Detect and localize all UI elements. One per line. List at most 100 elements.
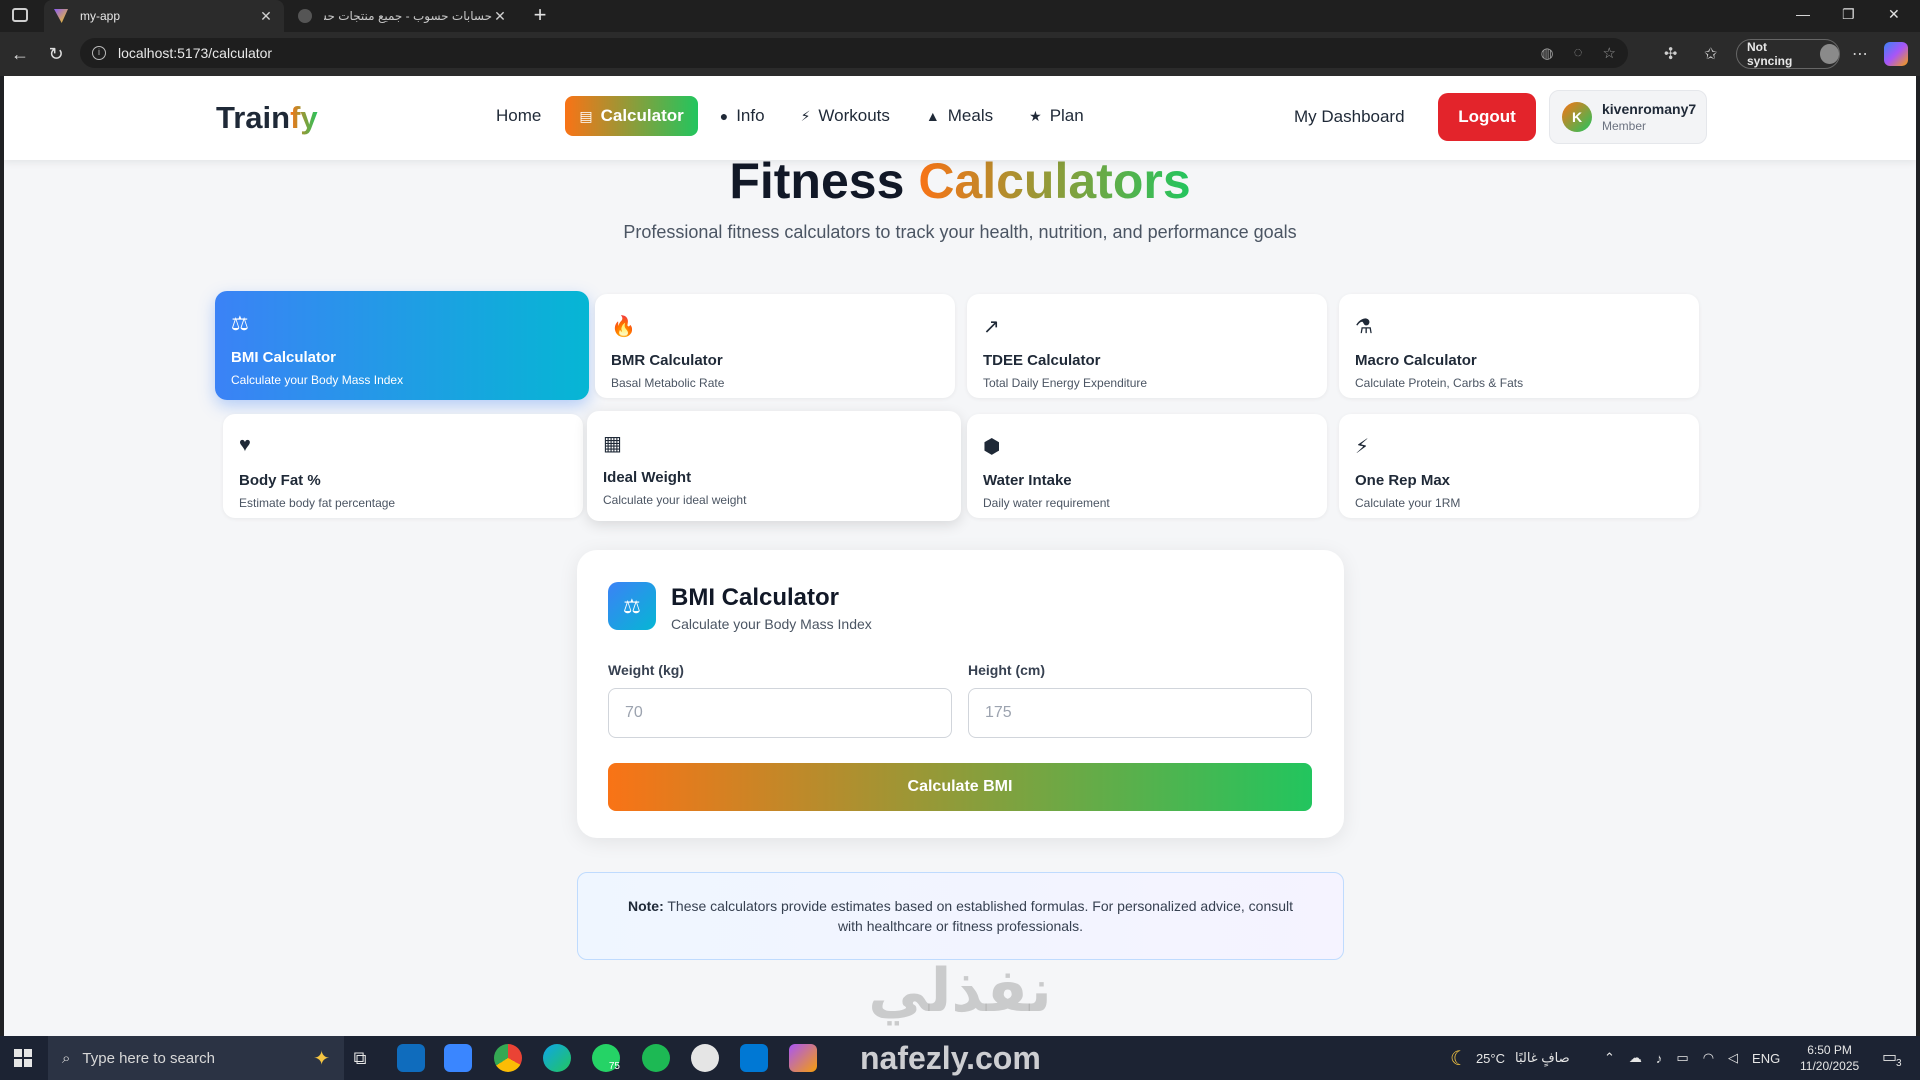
calc-card-body-fat[interactable]: ♥ Body Fat % Estimate body fat percentag… (223, 414, 583, 518)
whatsapp-icon[interactable]: 75 (592, 1044, 620, 1072)
disclaimer-note: Note: These calculators provide estimate… (577, 872, 1344, 960)
weather-text: صافٍ غالبًا (1514, 1050, 1570, 1065)
tab-actions-icon[interactable] (12, 8, 28, 22)
watermark-arabic: نفذلي (868, 956, 1052, 1026)
calc-card-title: BMI Calculator (231, 349, 337, 366)
notification-icon[interactable]: ▭ (1882, 1047, 1897, 1067)
tab-close-icon[interactable]: ✕ (492, 8, 508, 25)
spotify-icon[interactable] (642, 1044, 670, 1072)
bmi-calculator-panel: ⚖ BMI Calculator Calculate your Body Mas… (577, 550, 1344, 838)
nav-label: Meals (947, 106, 994, 125)
tab-close-icon[interactable]: ✕ (258, 8, 274, 25)
calc-card-desc: Calculate your ideal weight (603, 493, 747, 507)
page-subtitle: Professional fitness calculators to trac… (623, 222, 1297, 242)
height-label: Height (cm) (968, 662, 1045, 678)
wifi-icon[interactable]: ◠ (1703, 1050, 1714, 1066)
copilot-icon[interactable] (1884, 42, 1908, 66)
task-view-icon[interactable]: ⧉ (346, 1044, 374, 1072)
window-close-icon[interactable]: ✕ (1888, 6, 1900, 23)
calc-card-desc: Calculate Protein, Carbs & Fats (1355, 376, 1524, 390)
favorite-star-icon[interactable]: ☆ (1603, 44, 1616, 62)
copilot-app-icon[interactable] (789, 1044, 817, 1072)
store-icon[interactable] (444, 1044, 472, 1072)
calc-card-tdee[interactable]: ↗ TDEE Calculator Total Daily Energy Exp… (967, 294, 1327, 398)
tracking-icon[interactable]: ◍ (1541, 44, 1554, 62)
fire-icon: 🔥 (611, 316, 636, 338)
browser-tab-bar: my-app ✕ حسابات حسوب - جميع منتجات حسوب … (0, 0, 1920, 32)
nav-workouts[interactable]: ⚡ Workouts (787, 96, 904, 136)
site-info-icon[interactable]: i (92, 46, 106, 60)
site-header: Trainfy Home ▤ Calculator ● Info ⚡ Workouts… (4, 76, 1916, 160)
scale-icon: ⚖ (231, 313, 249, 335)
star-icon: ★ (1029, 107, 1042, 124)
calc-card-desc: Total Daily Energy Expenditure (983, 376, 1148, 390)
weather-widget[interactable]: ☾ 25°C صافٍ غالبًا (1450, 1036, 1570, 1080)
profile-sync-button[interactable]: Not syncing (1736, 39, 1840, 69)
clock[interactable]: 6:50 PM 11/20/2025 (1800, 1042, 1859, 1074)
new-tab-icon[interactable]: + (528, 4, 552, 28)
calc-card-bmi[interactable]: ⚖ BMI Calculator Calculate your Body Mas… (215, 291, 589, 400)
panel-title: BMI Calculator (671, 584, 840, 611)
language-indicator[interactable]: ENG (1752, 1051, 1780, 1066)
onedrive-icon[interactable]: ☁ (1629, 1050, 1642, 1066)
calc-card-ideal-weight[interactable]: ▦ Ideal Weight Calculate your ideal weig… (587, 411, 961, 521)
browser-tab-active[interactable]: my-app ✕ (44, 0, 284, 32)
title-main: Fitness (729, 153, 905, 209)
weight-label: Weight (kg) (608, 662, 684, 678)
edge-icon[interactable] (543, 1044, 571, 1072)
calculate-bmi-button[interactable]: Calculate BMI (608, 763, 1312, 811)
calc-card-desc: Basal Metabolic Rate (611, 376, 725, 390)
microphone-icon[interactable]: ♪ (1656, 1051, 1663, 1066)
search-placeholder: Type here to search (82, 1049, 215, 1067)
weight-input[interactable] (608, 688, 952, 738)
outlook-icon[interactable] (397, 1044, 425, 1072)
system-tray: ⌃ ☁ ♪ ▭ ◠ ◁ ENG (1604, 1036, 1780, 1080)
flask-icon: ⚗ (1355, 316, 1373, 338)
refresh-icon[interactable]: ↻ (44, 42, 68, 66)
minimize-icon[interactable]: — (1796, 6, 1810, 22)
tab-title: my-app (80, 9, 121, 23)
page-viewport: Trainfy Home ▤ Calculator ● Info ⚡ Workouts… (4, 76, 1916, 1036)
nav-info[interactable]: ● Info (706, 96, 779, 136)
calc-card-bmr[interactable]: 🔥 BMR Calculator Basal Metabolic Rate (595, 294, 955, 398)
vscode-icon[interactable] (740, 1044, 768, 1072)
favorites-icon[interactable]: ✩ (1704, 44, 1717, 64)
my-dashboard-link[interactable]: My Dashboard (1294, 107, 1405, 127)
restore-icon[interactable]: ❐ (1842, 6, 1855, 23)
extensions-icon[interactable]: ✣ (1664, 44, 1677, 64)
calc-card-title: Body Fat % (239, 472, 321, 489)
browser-tab-inactive[interactable]: حسابات حسوب - جميع منتجات حسوب ✕ (288, 0, 518, 32)
panel-subtitle: Calculate your Body Mass Index (671, 616, 872, 632)
nav-home[interactable]: Home (480, 96, 555, 136)
height-input[interactable] (968, 688, 1312, 738)
url-field[interactable]: i localhost:5173/calculator ◍ ◌ ☆ (80, 38, 1628, 68)
logout-button[interactable]: Logout (1438, 93, 1536, 141)
nav-label: Workouts (818, 106, 890, 125)
calculator-icon: ▦ (603, 433, 622, 455)
back-icon[interactable]: ← (8, 42, 32, 66)
nav-meals[interactable]: ▲ Meals (912, 96, 1007, 136)
note-label: Note: (627, 898, 664, 914)
more-menu-icon[interactable]: ⋯ (1852, 44, 1868, 64)
calc-card-one-rep-max[interactable]: ⚡ One Rep Max Calculate your 1RM (1339, 414, 1699, 518)
calc-card-macro[interactable]: ⚗ Macro Calculator Calculate Protein, Ca… (1339, 294, 1699, 398)
tab-title: حسابات حسوب - جميع منتجات حسوب (324, 9, 492, 23)
note-text: Note: These calculators provide estimate… (618, 896, 1303, 936)
nav-plan[interactable]: ★ Plan (1015, 96, 1098, 136)
chatgpt-icon[interactable] (691, 1044, 719, 1072)
volume-icon[interactable]: ◁ (1728, 1050, 1738, 1066)
calc-card-title: One Rep Max (1355, 472, 1451, 489)
chevron-up-icon[interactable]: ⌃ (1604, 1050, 1615, 1066)
taskbar-search[interactable]: ⌕ Type here to search ✦ (48, 1036, 344, 1080)
clock-date: 11/20/2025 (1800, 1059, 1860, 1073)
windows-start-icon[interactable] (14, 1049, 32, 1067)
calc-card-water-intake[interactable]: ⬢ Water Intake Daily water requirement (967, 414, 1327, 518)
chrome-icon[interactable] (494, 1044, 522, 1072)
battery-icon[interactable]: ▭ (1676, 1050, 1688, 1066)
logo[interactable]: Trainfy (216, 100, 318, 136)
user-profile-chip[interactable]: K kivenromany7 Member (1549, 90, 1707, 144)
nav-calculator[interactable]: ▤ Calculator (565, 96, 698, 136)
read-aloud-icon[interactable]: ◌ (1574, 44, 1583, 62)
title-accent: Calculators (918, 153, 1191, 209)
vite-favicon-icon (54, 9, 68, 23)
